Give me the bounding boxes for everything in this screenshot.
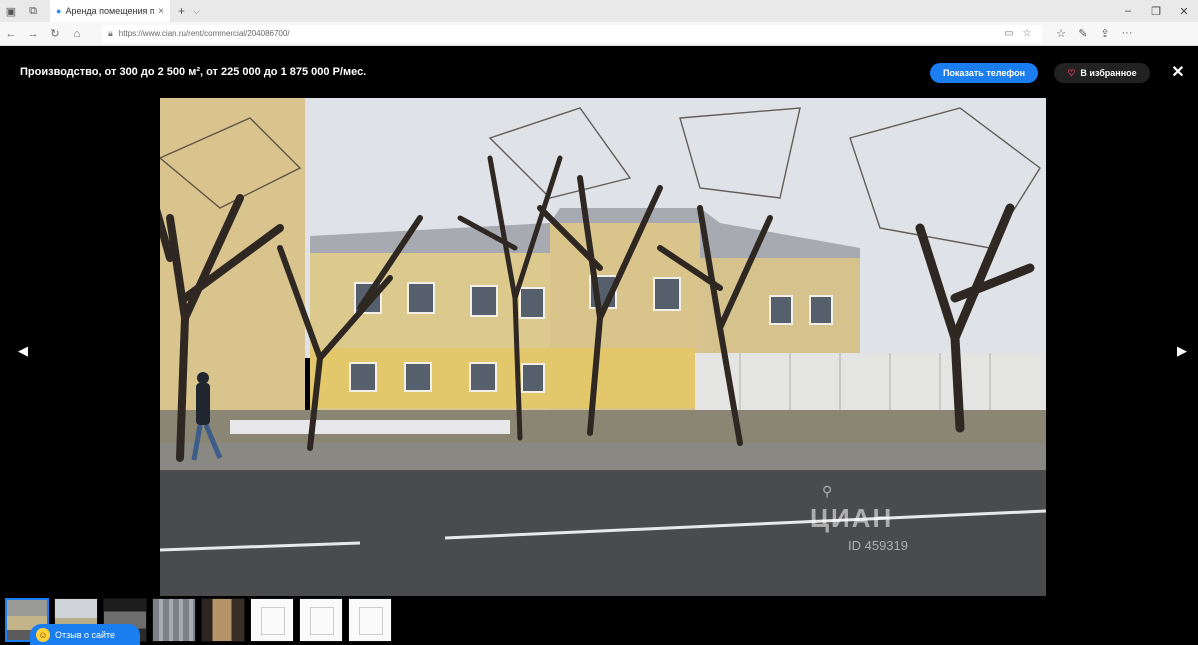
window-close-button[interactable]: ✕ [1170, 5, 1198, 18]
reading-view-icon[interactable]: ▭ [1000, 28, 1018, 39]
listing-photo [160, 98, 1046, 596]
set-aside-tabs-icon[interactable]: ⧉ [22, 0, 44, 22]
new-tab-button[interactable]: + [178, 4, 185, 18]
smiley-icon: ☺ [36, 627, 50, 642]
site-feedback-button[interactable]: ☺ Отзыв о сайте [30, 624, 140, 645]
thumbnail[interactable] [348, 598, 392, 642]
previous-photo-arrow-icon[interactable]: ◀ [13, 340, 33, 362]
window-controls: – ❐ ✕ [1114, 5, 1198, 18]
favorites-label: В избранное [1080, 68, 1137, 78]
minimize-button[interactable]: – [1114, 5, 1142, 18]
thumbnail[interactable] [152, 598, 196, 642]
heart-icon: ♡ [1067, 67, 1076, 78]
gallery-header: Производство, от 300 до 2 500 м², от 225… [0, 47, 1198, 97]
browser-tab-bar: ▣ ⧉ ● Аренда помещения пс × + ⌵ – ❐ ✕ [0, 0, 1198, 22]
thumbnail[interactable] [201, 598, 245, 642]
url-text: https://www.cian.ru/rent/commercial/2040… [118, 29, 290, 38]
tab-title: Аренда помещения пс [65, 6, 155, 16]
watermark-id: ID 459319 [848, 538, 908, 553]
add-to-favorites-button[interactable]: ♡ В избранное [1054, 63, 1150, 83]
tab-preview-icon[interactable]: ⌵ [193, 6, 200, 17]
listing-title: Производство, от 300 до 2 500 м², от 225… [20, 66, 367, 78]
notes-icon[interactable]: ✎ [1072, 27, 1094, 40]
home-button[interactable]: ⌂ [66, 28, 88, 40]
close-gallery-button[interactable]: ✕ [1168, 60, 1188, 84]
tab-actions-icon[interactable]: ▣ [0, 0, 22, 22]
refresh-button[interactable]: ↻ [44, 27, 66, 40]
site-pin-icon: ● [56, 6, 62, 16]
url-field[interactable]: 🔒︎ https://www.cian.ru/rent/commercial/2… [102, 24, 1042, 43]
add-favorite-icon[interactable]: ☆ [1018, 28, 1036, 39]
address-bar: ← → ↻ ⌂ 🔒︎ https://www.cian.ru/rent/comm… [0, 22, 1198, 46]
next-photo-arrow-icon[interactable]: ▶ [1172, 340, 1192, 362]
feedback-label: Отзыв о сайте [55, 629, 116, 640]
thumbnail[interactable] [250, 598, 294, 642]
more-icon[interactable]: ··· [1116, 27, 1138, 40]
street-scene-image [160, 98, 1046, 596]
browser-tab[interactable]: ● Аренда помещения пс × [50, 0, 170, 22]
restore-button[interactable]: ❐ [1142, 5, 1170, 18]
lock-icon: 🔒︎ [108, 28, 113, 38]
back-button[interactable]: ← [0, 28, 22, 40]
watermark-logo: ЦИАН [810, 503, 894, 533]
location-pin-icon: ⚲ [822, 483, 833, 499]
thumbnail[interactable] [299, 598, 343, 642]
tab-close-icon[interactable]: × [158, 6, 164, 17]
share-icon[interactable]: ⇪ [1094, 27, 1116, 40]
forward-button[interactable]: → [22, 28, 44, 40]
favorites-icon[interactable]: ☆ [1050, 27, 1072, 40]
show-phone-button[interactable]: Показать телефон [930, 63, 1038, 83]
